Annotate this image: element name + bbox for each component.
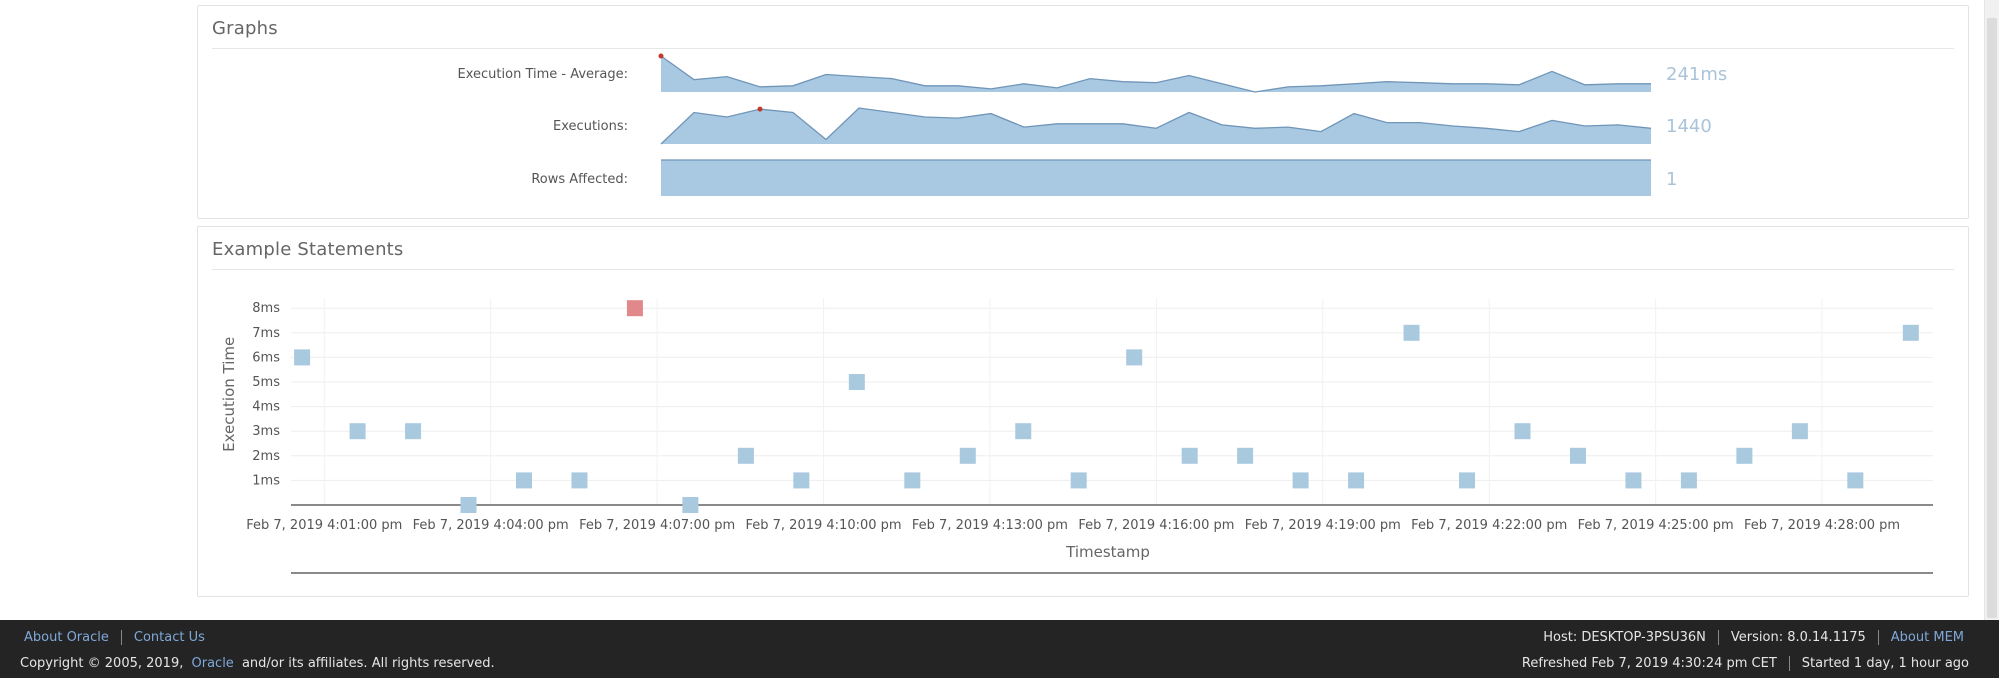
scatter-chart: 1ms 2ms 3ms 4ms 5ms 6ms 7ms 8ms Feb 7, 2019 4:01… [220, 298, 1933, 574]
y-tick-label: 4ms [252, 400, 280, 415]
scatter-point[interactable] [1569, 447, 1586, 464]
scatter-point[interactable] [1625, 472, 1642, 489]
sparkline-value-exec-time: 241ms [1666, 64, 1728, 85]
scatter-point[interactable] [1902, 324, 1919, 341]
oracle-link[interactable]: Oracle [192, 656, 234, 671]
scatter-point[interactable] [1791, 423, 1808, 440]
copyright-suffix: and/or its affiliates. All rights reserv… [241, 656, 495, 671]
scatter-point[interactable] [460, 497, 477, 513]
y-tick-label: 5ms [252, 375, 280, 390]
scatter-point[interactable] [571, 472, 588, 489]
sparkline-exec-time[interactable] [658, 50, 1651, 94]
refreshed-info: Refreshed Feb 7, 2019 4:30:24 pm CET [1521, 656, 1777, 671]
scatter-point[interactable] [1403, 324, 1420, 341]
y-tick-label: 3ms [252, 424, 280, 439]
host-info: Host: DESKTOP-3PSU36N [1543, 630, 1706, 645]
about-mem-link[interactable]: About MEM [1891, 630, 1964, 645]
footer-server-info: Host: DESKTOP-3PSU36N Version: 8.0.14.117… [1543, 630, 1964, 645]
x-tick-label: Feb 7, 2019 4:25:00 pm [1578, 518, 1734, 533]
scatter-point[interactable] [682, 497, 699, 513]
contact-us-link[interactable]: Contact Us [134, 630, 205, 645]
scatter-point[interactable] [1514, 423, 1531, 440]
footer-status: Refreshed Feb 7, 2019 4:30:24 pm CET Star… [1522, 656, 1969, 671]
scatter-point[interactable] [848, 374, 865, 390]
copyright: Copyright © 2005, 2019, Oracle and/or it… [20, 656, 495, 671]
scatter-point[interactable] [793, 472, 810, 489]
sparkline-rows-affected[interactable] [661, 154, 1651, 198]
y-tick-label: 8ms [252, 301, 280, 316]
sparkline-label-exec-time: Execution Time - Average: [457, 67, 628, 82]
scatter-point[interactable] [1126, 349, 1143, 366]
x-tick-label: Feb 7, 2019 4:10:00 pm [746, 518, 902, 533]
x-tick-label: Feb 7, 2019 4:22:00 pm [1411, 518, 1567, 533]
graphs-title-divider [212, 48, 1954, 49]
sparkline-area [661, 56, 1651, 92]
footer-separator [1717, 630, 1719, 645]
scatter-point[interactable] [405, 423, 422, 440]
sparkline-max-marker [757, 106, 763, 112]
sparkline-label-rows-affected: Rows Affected: [531, 172, 628, 187]
footer-separator [1788, 656, 1790, 671]
sparkline-value-rows-affected: 1 [1666, 169, 1678, 190]
sparkline-label-executions: Executions: [553, 119, 628, 134]
scatter-point[interactable] [1847, 472, 1864, 489]
vertical-scrollbar[interactable] [1984, 0, 1999, 620]
scatter-point[interactable] [1015, 423, 1032, 440]
x-tick-label: Feb 7, 2019 4:01:00 pm [246, 518, 402, 533]
scatter-point[interactable] [349, 423, 366, 440]
copyright-prefix: Copyright © 2005, 2019, [20, 656, 184, 671]
scatter-point[interactable] [959, 447, 976, 464]
scrollbar-thumb[interactable] [1987, 18, 1997, 618]
y-tick-label: 2ms [252, 449, 280, 464]
scatter-point-slowest[interactable] [626, 300, 643, 317]
scatter-point[interactable] [294, 349, 311, 366]
scatter-point[interactable] [1348, 472, 1365, 489]
footer-separator [1877, 630, 1879, 645]
sparkline-value-executions: 1440 [1666, 116, 1712, 137]
footer-links: About Oracle Contact Us [24, 630, 205, 645]
graphs-title: Graphs [212, 18, 278, 39]
started-info: Started 1 day, 1 hour ago [1801, 656, 1969, 671]
footer: About Oracle Contact Us Copyright © 2005,… [0, 620, 1999, 678]
y-tick-label: 6ms [252, 350, 280, 365]
scatter-point[interactable] [1459, 472, 1476, 489]
scatter-point[interactable] [1070, 472, 1087, 489]
example-statements-panel: Example Statements 1ms 2ms 3ms 4ms 5ms 6ms 7ms… [197, 226, 1969, 597]
x-tick-label: Feb 7, 2019 4:19:00 pm [1245, 518, 1401, 533]
scatter-point[interactable] [904, 472, 921, 489]
scatter-point[interactable] [1680, 472, 1697, 489]
sparkline-max-marker [658, 53, 664, 59]
graphs-panel: Graphs Execution Time - Average: 241ms E… [197, 5, 1969, 219]
x-axis-title: Timestamp [1065, 543, 1150, 561]
about-oracle-link[interactable]: About Oracle [24, 630, 109, 645]
scatter-point[interactable] [737, 447, 754, 464]
x-tick-label: Feb 7, 2019 4:04:00 pm [413, 518, 569, 533]
x-tick-label: Feb 7, 2019 4:07:00 pm [579, 518, 735, 533]
sparkline-area [661, 160, 1651, 196]
y-tick-label: 7ms [252, 326, 280, 341]
y-axis-title: Execution Time [220, 337, 238, 452]
x-tick-label: Feb 7, 2019 4:28:00 pm [1744, 518, 1900, 533]
footer-separator [120, 630, 122, 645]
sparkline-executions[interactable] [660, 102, 1652, 146]
x-tick-label: Feb 7, 2019 4:13:00 pm [912, 518, 1068, 533]
scatter-point[interactable] [515, 472, 532, 489]
scatter-point[interactable] [1736, 447, 1753, 464]
x-tick-label: Feb 7, 2019 4:16:00 pm [1078, 518, 1234, 533]
version-info: Version: 8.0.14.1175 [1730, 630, 1866, 645]
scatter-point[interactable] [1181, 447, 1198, 464]
y-tick-label: 1ms [252, 473, 280, 488]
scatter-point[interactable] [1292, 472, 1309, 489]
scatter-point[interactable] [1237, 447, 1254, 464]
